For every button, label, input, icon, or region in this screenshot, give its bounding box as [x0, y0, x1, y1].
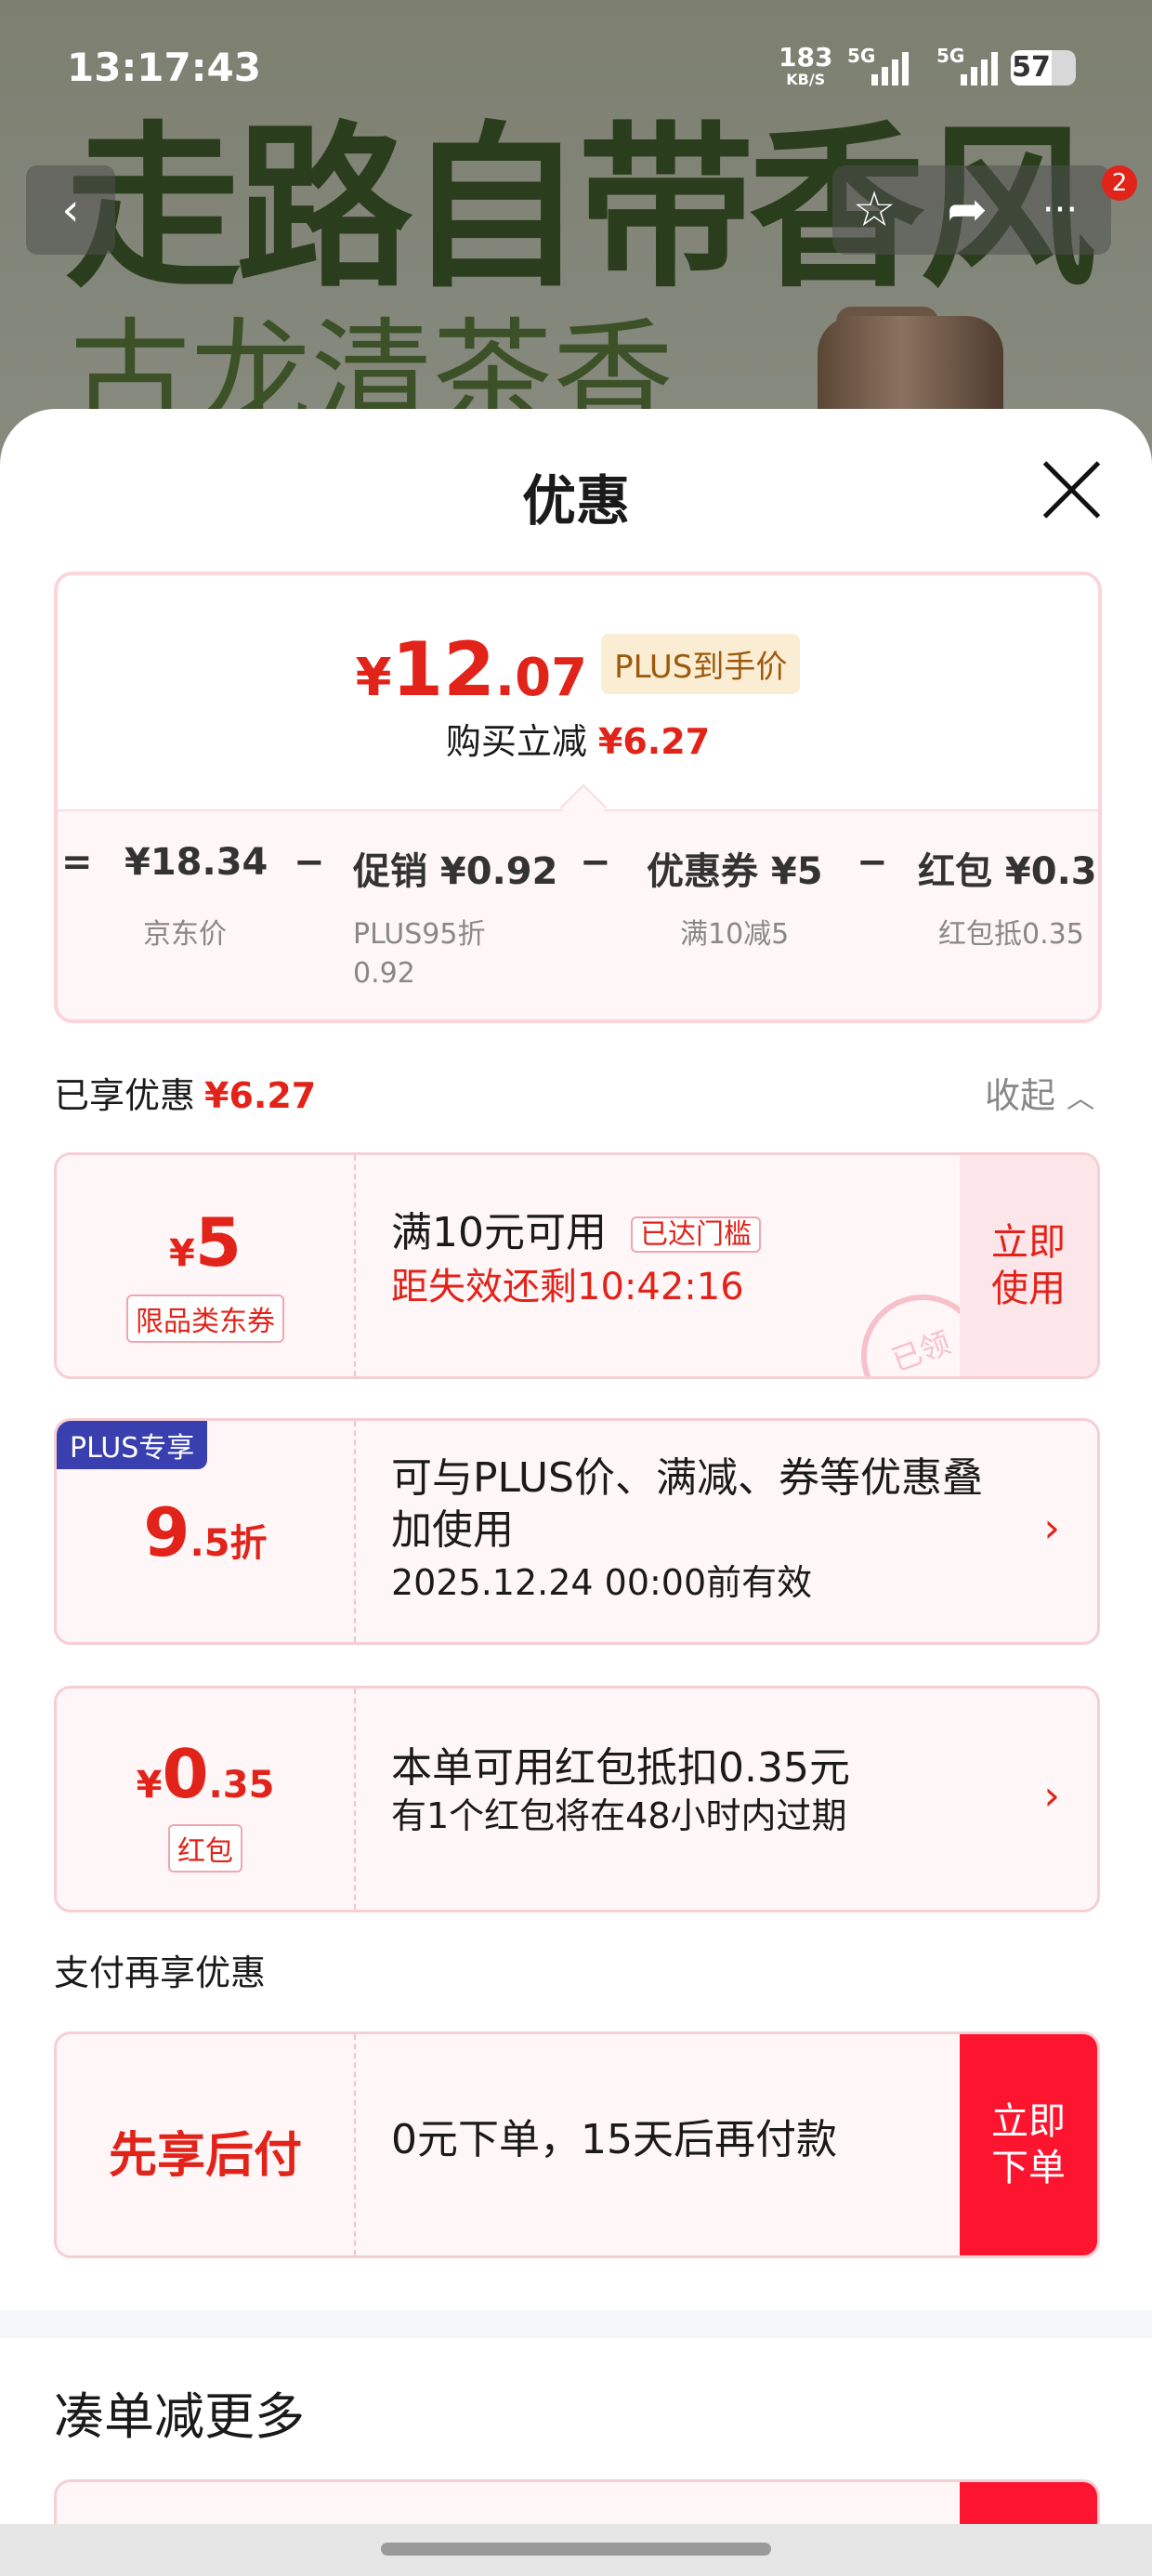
notification-badge: 2 — [1102, 165, 1137, 201]
enjoyed-label: 已享优惠 — [54, 1075, 196, 1116]
more-icon[interactable]: ··· — [1018, 165, 1102, 255]
redpacket-tag: 红包 — [57, 1824, 354, 1873]
breakdown-op-1: − — [294, 841, 325, 884]
breakdown-op-2: − — [580, 841, 611, 884]
plus-discount-int: 9 — [143, 1493, 190, 1571]
coupon-description: 满10元可用 已达门槛 距失效还剩10:42:16 — [391, 1207, 761, 1313]
redpacket-amount: ¥0.35 — [57, 1735, 354, 1813]
instant-discount-label: 购买立减 — [445, 721, 587, 762]
collapse-label: 收起 — [985, 1075, 1056, 1116]
final-price-currency: ¥ — [355, 648, 392, 708]
order-now-label: 立即 下单 — [991, 2100, 1066, 2189]
use-now-button[interactable]: 立即 使用 — [960, 1155, 1097, 1376]
final-price-int: 12 — [391, 626, 495, 713]
share-icon[interactable]: ➦ — [925, 165, 1009, 255]
plus-discount-card[interactable]: 9.5折 PLUS专享 可与PLUS价、满减、券等优惠叠加使用 2025.12.… — [54, 1418, 1100, 1645]
coupon-currency: ¥ — [169, 1232, 195, 1275]
plus-exclusive-badge: PLUS专享 — [57, 1421, 208, 1469]
plus-discount-suffix: .5折 — [190, 1522, 268, 1565]
status-time: 13:17:43 — [67, 45, 261, 90]
plus-discount-amount: 9.5折 — [57, 1493, 354, 1571]
signal-icon-2: 5G — [936, 45, 1011, 85]
final-price: ¥12.07 — [356, 626, 588, 713]
star-icon[interactable]: ☆ — [832, 165, 916, 255]
breakdown-sub-redpacket: 红包抵0.35 — [938, 918, 1084, 951]
sheet-title: 优惠 — [521, 469, 630, 532]
threshold-badge: 已达门槛 — [631, 1216, 761, 1253]
coupon-card[interactable]: ¥5 限品类东券 满10元可用 已达门槛 距失效还剩10:42:16 已领 立即… — [54, 1152, 1100, 1379]
breakdown-sub-promo: PLUS95折 0.92 — [353, 918, 486, 990]
order-now-button[interactable]: 立即 下单 — [960, 2034, 1097, 2255]
breakdown-op-0: = — [61, 841, 93, 884]
instant-discount-value: ¥6.27 — [597, 721, 711, 762]
breakdown-op-3: − — [857, 841, 888, 884]
pay-later-description: 0元下单，15天后再付款 — [391, 2116, 837, 2163]
signal-icon-1: 5G — [847, 45, 922, 85]
final-price-dec: .07 — [494, 648, 588, 708]
redpacket-int: 0 — [162, 1735, 209, 1813]
plus-description: 可与PLUS价、满减、券等优惠叠加使用 2025.12.24 00:00前有效 — [391, 1452, 986, 1609]
coupon-value: 5 — [194, 1203, 242, 1281]
battery-level: 57 — [1011, 50, 1052, 85]
price-summary-card: ¥12.07 PLUS到手价 购买立减 ¥6.27 = ¥18.34 京东价 − … — [54, 572, 1102, 1023]
breakdown-item-redpacket: 红包 ¥0.35 — [918, 850, 1098, 893]
coupon-amount: ¥5 — [57, 1203, 354, 1281]
plus-validity: 2025.12.24 00:00前有效 — [391, 1562, 813, 1603]
price-summary-top: ¥12.07 PLUS到手价 购买立减 ¥6.27 — [58, 575, 1098, 809]
redpacket-desc-text: 本单可用红包抵扣0.35元 — [391, 1744, 850, 1792]
coupon-type-tag: 限品类东券 — [57, 1295, 354, 1343]
final-price-row: ¥12.07 PLUS到手价 — [58, 626, 1098, 713]
redpacket-currency: ¥ — [136, 1764, 163, 1807]
coupon-title: 满10元可用 — [391, 1209, 607, 1256]
pay-later-card[interactable]: 先享后付 0元下单，15天后再付款 立即 下单 — [54, 2031, 1100, 2258]
pay-section-title: 支付再享优惠 — [54, 1952, 267, 1993]
nav-actions: ☆ ➦ ··· — [832, 165, 1111, 255]
chevron-up-icon: ︿ — [1067, 1083, 1095, 1115]
redpacket-expiry-note: 有1个红包将在48小时内过期 — [391, 1795, 847, 1836]
back-button[interactable]: ‹ — [26, 165, 115, 255]
enjoyed-discount: 已享优惠 ¥6.27 — [54, 1067, 316, 1118]
chevron-right-icon: › — [1043, 1772, 1060, 1820]
discount-sheet: 优惠 ¥12.07 PLUS到手价 购买立减 ¥6.27 = ¥18.34 京东价… — [0, 409, 1152, 2528]
coupon-amount-panel: ¥5 限品类东券 — [57, 1155, 356, 1376]
breakdown-item-promo: 促销 ¥0.92 — [353, 850, 558, 893]
redpacket-description: 本单可用红包抵扣0.35元 有1个红包将在48小时内过期 — [391, 1742, 850, 1837]
breakdown-sub-jd-price: 京东价 — [143, 918, 227, 951]
price-breakdown: = ¥18.34 京东价 − 促销 ¥0.92 PLUS95折 0.92 − 优… — [58, 809, 1098, 1019]
plus-desc-text: 可与PLUS价、满减、券等优惠叠加使用 — [391, 1454, 983, 1554]
breakdown-item-jd-price: ¥18.34 — [124, 841, 268, 884]
network-speed: 183 KB/S — [779, 45, 832, 91]
pay-later-panel: 先享后付 — [57, 2034, 356, 2255]
close-icon[interactable] — [1039, 457, 1104, 522]
breakdown-item-coupon: 优惠券 ¥5 — [647, 850, 823, 893]
network-speed-unit: KB/S — [786, 71, 826, 88]
back-icon: ‹ — [61, 184, 80, 236]
home-indicator[interactable] — [381, 2543, 771, 2556]
instant-discount: 购买立减 ¥6.27 — [58, 713, 1098, 764]
enjoyed-value: ¥6.27 — [204, 1075, 317, 1116]
redpacket-dec: .35 — [208, 1764, 275, 1807]
chevron-right-icon: › — [1043, 1505, 1060, 1552]
pay-later-label: 先享后付 — [108, 2128, 302, 2184]
battery-icon: 57 — [1011, 50, 1076, 85]
breakdown-sub-coupon: 满10减5 — [680, 918, 790, 951]
plus-price-tag: PLUS到手价 — [601, 634, 801, 694]
use-now-label: 立即 使用 — [991, 1221, 1066, 1310]
redpacket-tag-label: 红包 — [168, 1824, 242, 1873]
coupon-expire: 距失效还剩10:42:16 — [391, 1266, 744, 1308]
collapse-button[interactable]: 收起 ︿ — [985, 1067, 1094, 1118]
redpacket-amount-panel: ¥0.35 红包 — [57, 1689, 356, 1910]
status-bar: 13:17:43 183 KB/S 5G 5G 57 — [0, 0, 1152, 139]
coupon-type-label: 限品类东券 — [126, 1295, 284, 1343]
section-divider — [0, 2310, 1152, 2338]
redpacket-card[interactable]: ¥0.35 红包 本单可用红包抵扣0.35元 有1个红包将在48小时内过期 › — [54, 1686, 1100, 1912]
more-section-title: 凑单减更多 — [54, 2387, 305, 2446]
